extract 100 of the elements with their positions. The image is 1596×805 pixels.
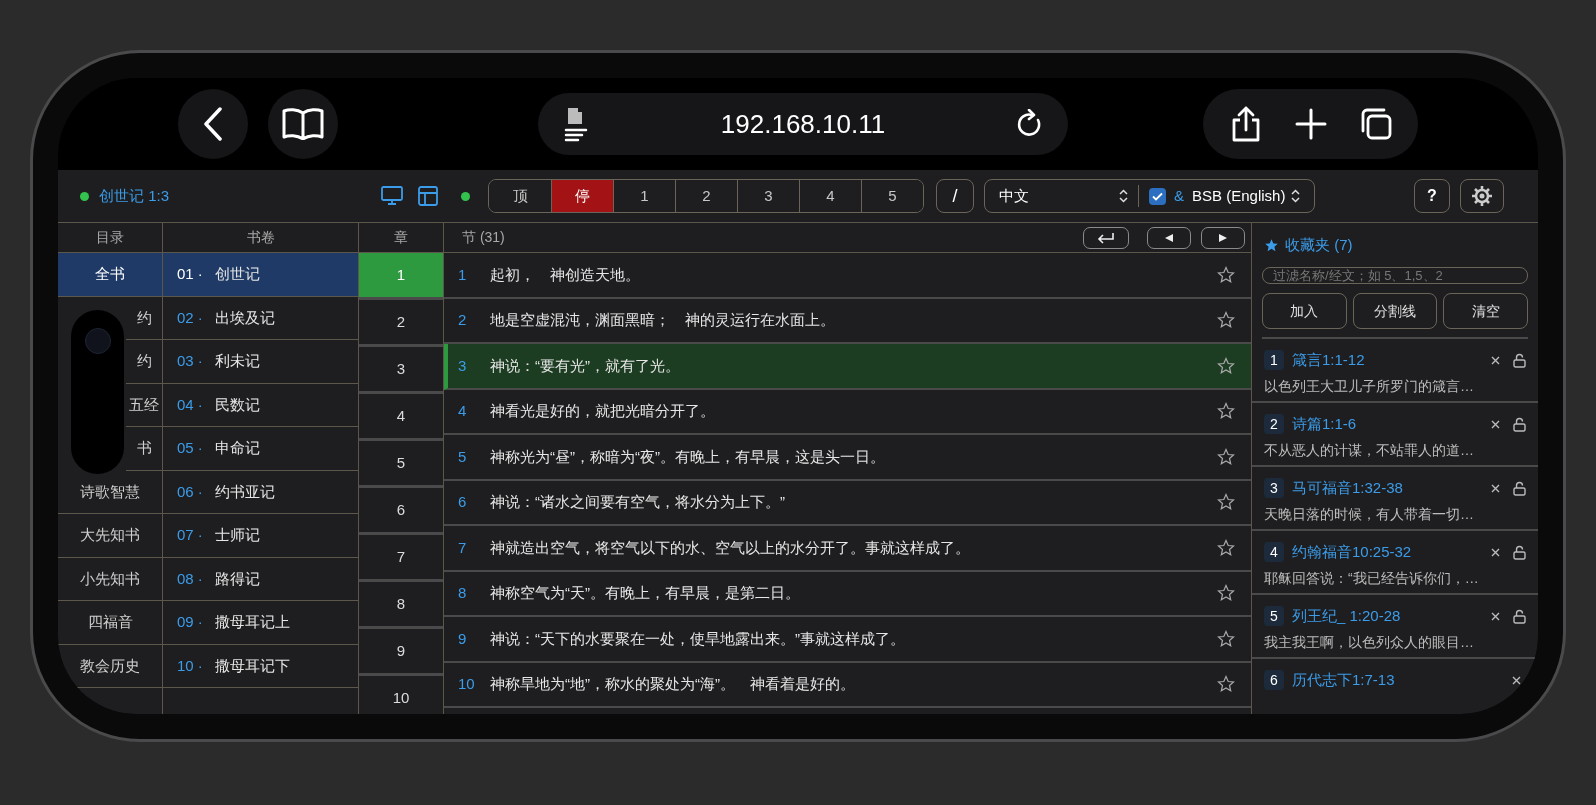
- close-icon[interactable]: [1491, 611, 1500, 621]
- category-item[interactable]: 大先知书: [58, 514, 162, 558]
- verse-number: 8: [458, 583, 468, 603]
- segment-tab[interactable]: 停: [551, 180, 613, 212]
- action-button[interactable]: 分割线: [1352, 293, 1438, 329]
- book-number: 04 ·: [177, 394, 203, 415]
- star-icon[interactable]: [1217, 265, 1235, 284]
- chapter-item[interactable]: 1: [359, 253, 443, 300]
- book-item[interactable]: 06 · 约书亚记: [163, 470, 358, 514]
- category-item[interactable]: 小先知书: [58, 557, 162, 601]
- favorite-snippet: 天晚日落的时候，有人带着一切…: [1264, 504, 1475, 524]
- star-icon[interactable]: [1217, 402, 1235, 421]
- slash-button[interactable]: /: [936, 179, 974, 213]
- favorite-snippet: 耶稣回答说：“我已经告诉你们，…: [1264, 568, 1480, 588]
- verse-row[interactable]: 7 神就造出空气，将空气以下的水、空气以上的水分开了。事就这样成了。: [444, 526, 1251, 572]
- favorite-item[interactable]: 4 约翰福音10:25-32 耶稣回答说：“我已经告诉你们，…: [1252, 531, 1538, 595]
- favorite-item[interactable]: 2 诗篇1:1-6 不从恶人的计谋，不站罪人的道…: [1252, 403, 1538, 467]
- book-item[interactable]: 05 · 申命记: [163, 427, 358, 471]
- favorite-item[interactable]: 3 马可福音1:32-38 天晚日落的时候，有人带着一切…: [1252, 467, 1538, 531]
- parallel-checkbox[interactable]: [1149, 187, 1166, 205]
- layout-button[interactable]: [415, 183, 441, 209]
- category-item[interactable]: 教会历史: [58, 644, 162, 688]
- book-item[interactable]: 03 · 利未记: [163, 340, 358, 384]
- verse-row[interactable]: 5 神称光为“昼”，称暗为“夜”。有晚上，有早晨，这是头一日。: [444, 435, 1251, 481]
- category-item[interactable]: 书: [126, 427, 162, 471]
- settings-button[interactable]: [1460, 179, 1504, 213]
- next-button[interactable]: [1201, 226, 1245, 249]
- verse-row[interactable]: 3 神说：“要有光”，就有了光。: [444, 344, 1251, 390]
- category-item[interactable]: 五经: [126, 383, 162, 427]
- favorite-item[interactable]: 1 箴言1:1-12 以色列王大卫儿子所罗门的箴言…: [1252, 339, 1538, 403]
- unlocked-icon[interactable]: [1513, 480, 1526, 496]
- verse-row[interactable]: 8 神称空气为“天”。有晚上，有早晨，是第二日。: [444, 571, 1251, 617]
- previous-button[interactable]: [1147, 226, 1191, 249]
- address-bar[interactable]: 192.168.10.11: [538, 93, 1068, 155]
- favorite-number: 3: [1264, 478, 1284, 499]
- book-item[interactable]: 01 · 创世记: [163, 253, 358, 297]
- return-button[interactable]: [1083, 226, 1129, 249]
- segment-tab[interactable]: 5: [861, 180, 923, 212]
- updown-icon: [1291, 189, 1301, 203]
- category-item[interactable]: 约: [126, 296, 162, 340]
- updown-icon: [1119, 189, 1128, 203]
- book-number: 08 ·: [177, 568, 203, 589]
- favorite-snippet: 我主我王啊，以色列众人的眼目…: [1264, 632, 1475, 652]
- category-item[interactable]: 全书: [58, 253, 162, 297]
- unlocked-icon[interactable]: [1513, 416, 1526, 432]
- verse-row[interactable]: 4 神看光是好的，就把光暗分开了。: [444, 389, 1251, 435]
- star-icon[interactable]: [1217, 675, 1235, 694]
- favorite-number: 5: [1264, 606, 1284, 627]
- current-reference: 创世记 1:3: [99, 185, 171, 206]
- chapter-item[interactable]: 9: [359, 629, 443, 676]
- star-icon[interactable]: [1217, 584, 1235, 603]
- layout-icon: [418, 186, 438, 206]
- chapter-item[interactable]: 4: [359, 394, 443, 441]
- verse-row[interactable]: 1 起初， 神创造天地。: [444, 253, 1251, 299]
- book-item[interactable]: 10 · 撒母耳记下: [163, 644, 358, 688]
- favorite-reference: 约翰福音10:25-32: [1292, 542, 1412, 562]
- close-icon[interactable]: [1491, 483, 1500, 493]
- chapter-item[interactable]: 6: [359, 488, 443, 535]
- favorite-item[interactable]: 5 列王纪_ 1:20-28 我主我王啊，以色列众人的眼目…: [1252, 595, 1538, 659]
- unlocked-icon[interactable]: [1513, 352, 1526, 368]
- chapter-item[interactable]: 7: [359, 535, 443, 582]
- star-icon[interactable]: [1217, 493, 1235, 512]
- chapter-item[interactable]: 5: [359, 441, 443, 488]
- favorite-item[interactable]: 6 历代志下1:7-13: [1252, 659, 1538, 714]
- camera-lens-icon: [84, 328, 111, 354]
- verse-row[interactable]: 6 神说：“诸水之间要有空气，将水分为上下。”: [444, 480, 1251, 526]
- verse-number: 9: [458, 628, 468, 649]
- star-icon[interactable]: [1217, 538, 1235, 557]
- verse-row[interactable]: 9 神说：“天下的水要聚在一处，使旱地露出来。”事就这样成了。: [444, 617, 1251, 663]
- chapter-item[interactable]: 8: [359, 582, 443, 629]
- star-icon[interactable]: [1217, 311, 1235, 330]
- action-button[interactable]: 加入: [1262, 293, 1347, 329]
- star-icon[interactable]: [1217, 629, 1235, 648]
- action-button[interactable]: 清空: [1443, 293, 1528, 329]
- category-item[interactable]: 四福音: [58, 601, 162, 645]
- chapter-item[interactable]: 2: [359, 300, 443, 347]
- book-item[interactable]: 04 · 民数记: [163, 383, 358, 427]
- version-select[interactable]: BSB (English): [1192, 184, 1301, 208]
- unlocked-icon[interactable]: [1513, 544, 1526, 560]
- page-menu-icon: [562, 106, 590, 142]
- book-item[interactable]: 02 · 出埃及记: [163, 296, 358, 340]
- language-select[interactable]: 中文: [999, 184, 1139, 208]
- filter-field[interactable]: 过滤名称/经文；如 5、1,5、2: [1262, 267, 1528, 284]
- close-icon[interactable]: [1512, 675, 1521, 685]
- book-item[interactable]: 08 · 路得记: [163, 557, 358, 601]
- close-icon[interactable]: [1491, 547, 1500, 557]
- book-number: 07 ·: [177, 525, 203, 545]
- book-item[interactable]: 09 · 撒母耳记上: [163, 601, 358, 645]
- star-icon[interactable]: [1217, 447, 1235, 466]
- close-icon[interactable]: [1491, 419, 1500, 429]
- close-icon[interactable]: [1491, 355, 1500, 365]
- chapter-item[interactable]: 10: [359, 676, 443, 714]
- category-item[interactable]: 约: [126, 340, 162, 384]
- help-button[interactable]: ?: [1414, 179, 1450, 213]
- unlocked-icon[interactable]: [1513, 608, 1526, 624]
- monitor-icon: [381, 186, 403, 206]
- verse-header: 节 (31): [462, 228, 505, 247]
- star-icon[interactable]: [1217, 356, 1235, 375]
- verse-row[interactable]: 10 神称旱地为“地”，称水的聚处为“海”。 神看着是好的。: [444, 662, 1251, 708]
- book-item[interactable]: 07 · 士师记: [163, 514, 358, 558]
